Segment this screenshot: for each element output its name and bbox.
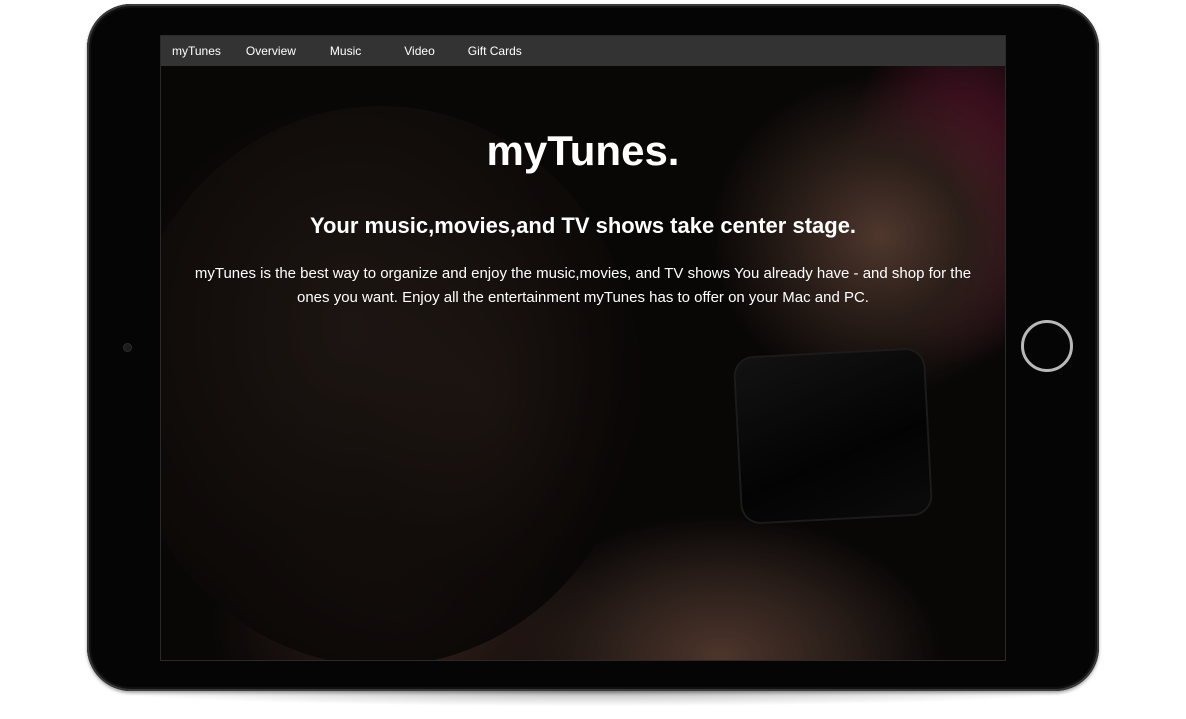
nav-item-gift-cards[interactable]: Gift Cards — [468, 36, 522, 66]
hero-title: myTunes. — [486, 127, 680, 174]
top-navbar: myTunes Overview Music Video Gift Cards — [161, 36, 1005, 66]
home-button[interactable] — [1021, 320, 1073, 372]
hero-description: myTunes is the best way to organize and … — [194, 265, 972, 306]
hero-subtitle: Your music,movies,and TV shows take cent… — [309, 213, 857, 238]
nav-item-music[interactable]: Music — [330, 36, 361, 66]
nav-brand-link[interactable]: myTunes — [172, 36, 221, 66]
tablet-frame: myTunes Overview Music Video Gift Cards … — [87, 4, 1099, 691]
nav-item-overview[interactable]: Overview — [246, 36, 296, 66]
nav-item-video[interactable]: Video — [404, 36, 434, 66]
mockup-stage: myTunes Overview Music Video Gift Cards … — [0, 0, 1186, 719]
tablet-screen: myTunes Overview Music Video Gift Cards … — [161, 36, 1005, 660]
camera-icon — [124, 344, 131, 351]
